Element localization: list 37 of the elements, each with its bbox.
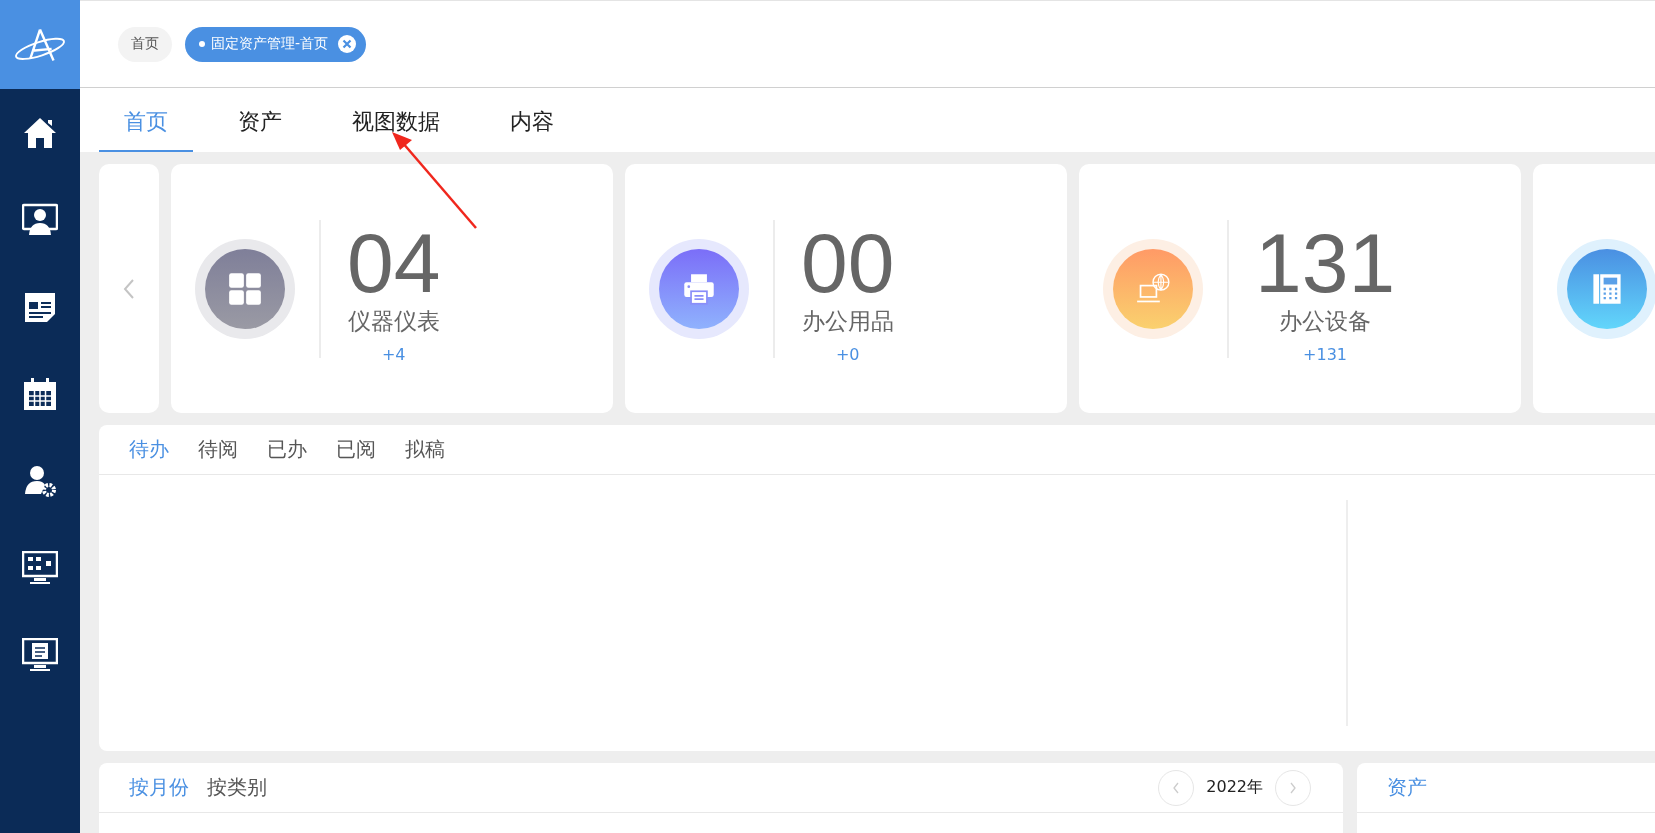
stat-count: 131 — [1255, 221, 1396, 304]
stat-label: 办公设备 — [1279, 306, 1372, 336]
stat-count: 04 — [347, 221, 441, 304]
stat-change: +131 — [1303, 344, 1348, 364]
nav-tab[interactable]: 内容 — [485, 88, 579, 152]
breadcrumb-label: 首页 — [131, 35, 159, 53]
calendar-icon — [22, 376, 58, 411]
panel-title: 资产 — [1387, 774, 1427, 801]
stat-change: +4 — [381, 344, 406, 364]
task-tab[interactable]: 待阅 — [198, 436, 238, 463]
desk-phone-icon — [1590, 271, 1624, 306]
home-icon — [22, 115, 58, 150]
task-tab[interactable]: 已阅 — [336, 436, 376, 463]
task-tab[interactable]: 已办 — [267, 436, 307, 463]
stat-label: 仪器仪表 — [347, 306, 440, 336]
year-label: 2022年 — [1206, 777, 1263, 798]
grid-icon — [228, 271, 262, 306]
task-tab[interactable]: 拟稿 — [405, 436, 445, 463]
chevron-left-icon — [1172, 781, 1181, 794]
active-dot-icon — [199, 41, 205, 47]
stat-change: +0 — [835, 344, 860, 364]
printer-icon — [682, 271, 716, 306]
filter-tab[interactable]: 按类别 — [207, 774, 267, 801]
breadcrumb-label: 固定资产管理-首页 — [211, 35, 329, 53]
nav-tab[interactable]: 视图数据 — [327, 88, 465, 152]
breadcrumb-tab[interactable]: 首页 — [118, 26, 172, 62]
monitor-document-icon — [22, 637, 58, 672]
chevron-right-icon — [1289, 781, 1297, 794]
stat-count: 00 — [801, 221, 895, 304]
nav-tab[interactable]: 资产 — [213, 88, 307, 152]
logo-tile[interactable] — [0, 0, 80, 89]
close-icon[interactable] — [338, 35, 357, 53]
monitor-flowchart-icon — [22, 550, 58, 585]
user-gear-icon — [22, 463, 58, 498]
chevron-left-icon — [123, 277, 135, 300]
stat-label: 办公用品 — [801, 306, 894, 336]
monitor-user-icon — [22, 202, 58, 237]
